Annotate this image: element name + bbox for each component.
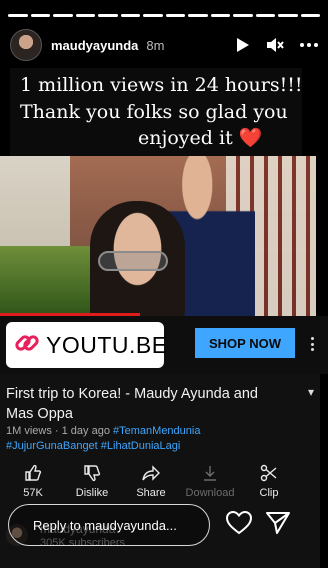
- username[interactable]: maudyayunda: [51, 38, 138, 53]
- download-button[interactable]: Download: [180, 464, 240, 499]
- dislike-button[interactable]: Dislike: [62, 464, 122, 499]
- reply-input[interactable]: [9, 505, 209, 545]
- clip-label: Clip: [259, 487, 279, 499]
- like-heart-icon[interactable]: [225, 510, 253, 540]
- story-progress-segment: [210, 14, 230, 17]
- download-icon: [204, 466, 216, 481]
- reply-field[interactable]: [8, 504, 210, 546]
- video-actions: 57K Dislike Share Download Clip: [0, 464, 300, 504]
- heart-emoji: ❤️: [238, 127, 263, 149]
- clip-button[interactable]: Clip: [239, 464, 299, 499]
- view-count: 1M views: [6, 425, 52, 437]
- thumbs-down-icon: [84, 465, 101, 482]
- story-header: maudyayunda 8m: [10, 28, 318, 62]
- play-icon[interactable]: [236, 37, 250, 53]
- send-icon[interactable]: [266, 512, 290, 539]
- caption-line-1: 1 million views in 24 hours!!!: [20, 74, 303, 96]
- story-progress-segment: [120, 14, 140, 17]
- share-label: Share: [136, 487, 166, 499]
- story-progress-segment: [30, 14, 50, 17]
- story-progress-bar: [8, 14, 320, 17]
- story-progress-segment: [75, 14, 95, 17]
- link-sticker[interactable]: YOUTU.BE: [6, 322, 167, 368]
- scissors-icon: [260, 464, 277, 482]
- like-button[interactable]: 57K: [3, 464, 63, 499]
- link-icon: [14, 330, 40, 361]
- story-progress-segment: [165, 14, 185, 17]
- expand-icon[interactable]: ▾: [308, 385, 314, 399]
- thumbs-up-icon: [25, 464, 42, 481]
- story-progress-segment: [53, 14, 73, 17]
- kebab-menu-icon[interactable]: [311, 337, 314, 351]
- story-caption: 1 million views in 24 hours!!! Thank you…: [10, 68, 303, 156]
- story-progress-segment: [300, 14, 320, 17]
- share-icon: [142, 465, 160, 481]
- story-progress-segment: [255, 14, 275, 17]
- story-progress-segment: [278, 14, 298, 17]
- upload-age: 1 day ago: [61, 425, 110, 437]
- download-label: Download: [185, 487, 235, 499]
- link-bar: YOUTU.BE SHOP NOW: [0, 316, 328, 374]
- share-button[interactable]: Share: [121, 464, 181, 499]
- more-options-icon[interactable]: [300, 43, 318, 47]
- hashtag-link[interactable]: #LihatDuniaLagi: [101, 440, 181, 452]
- story-progress-segment: [143, 14, 163, 17]
- avatar[interactable]: [10, 29, 42, 61]
- caption-line-3: enjoyed it ❤️: [138, 127, 263, 149]
- video-meta: 1M views · 1 day ago #TemanMendunia #Juj…: [6, 425, 201, 452]
- hashtag-link[interactable]: #TemanMendunia: [113, 425, 200, 437]
- caption-line-2: Thank you folks so glad you: [20, 101, 288, 123]
- video-thumbnail[interactable]: [0, 156, 316, 316]
- dislike-label: Dislike: [75, 487, 109, 499]
- shop-now-button[interactable]: SHOP NOW: [195, 328, 295, 358]
- link-domain: YOUTU.BE: [46, 331, 168, 358]
- like-count: 57K: [23, 487, 43, 499]
- hashtag-link[interactable]: #JujurGunaBanget: [6, 440, 98, 452]
- story-progress-segment: [98, 14, 118, 17]
- story-progress-segment: [8, 14, 28, 17]
- mute-icon[interactable]: [266, 37, 284, 53]
- story-progress-segment: [233, 14, 253, 17]
- story-progress-segment: [188, 14, 208, 17]
- timestamp: 8m: [146, 37, 165, 53]
- video-title[interactable]: First trip to Korea! - Maudy Ayunda and …: [6, 384, 286, 424]
